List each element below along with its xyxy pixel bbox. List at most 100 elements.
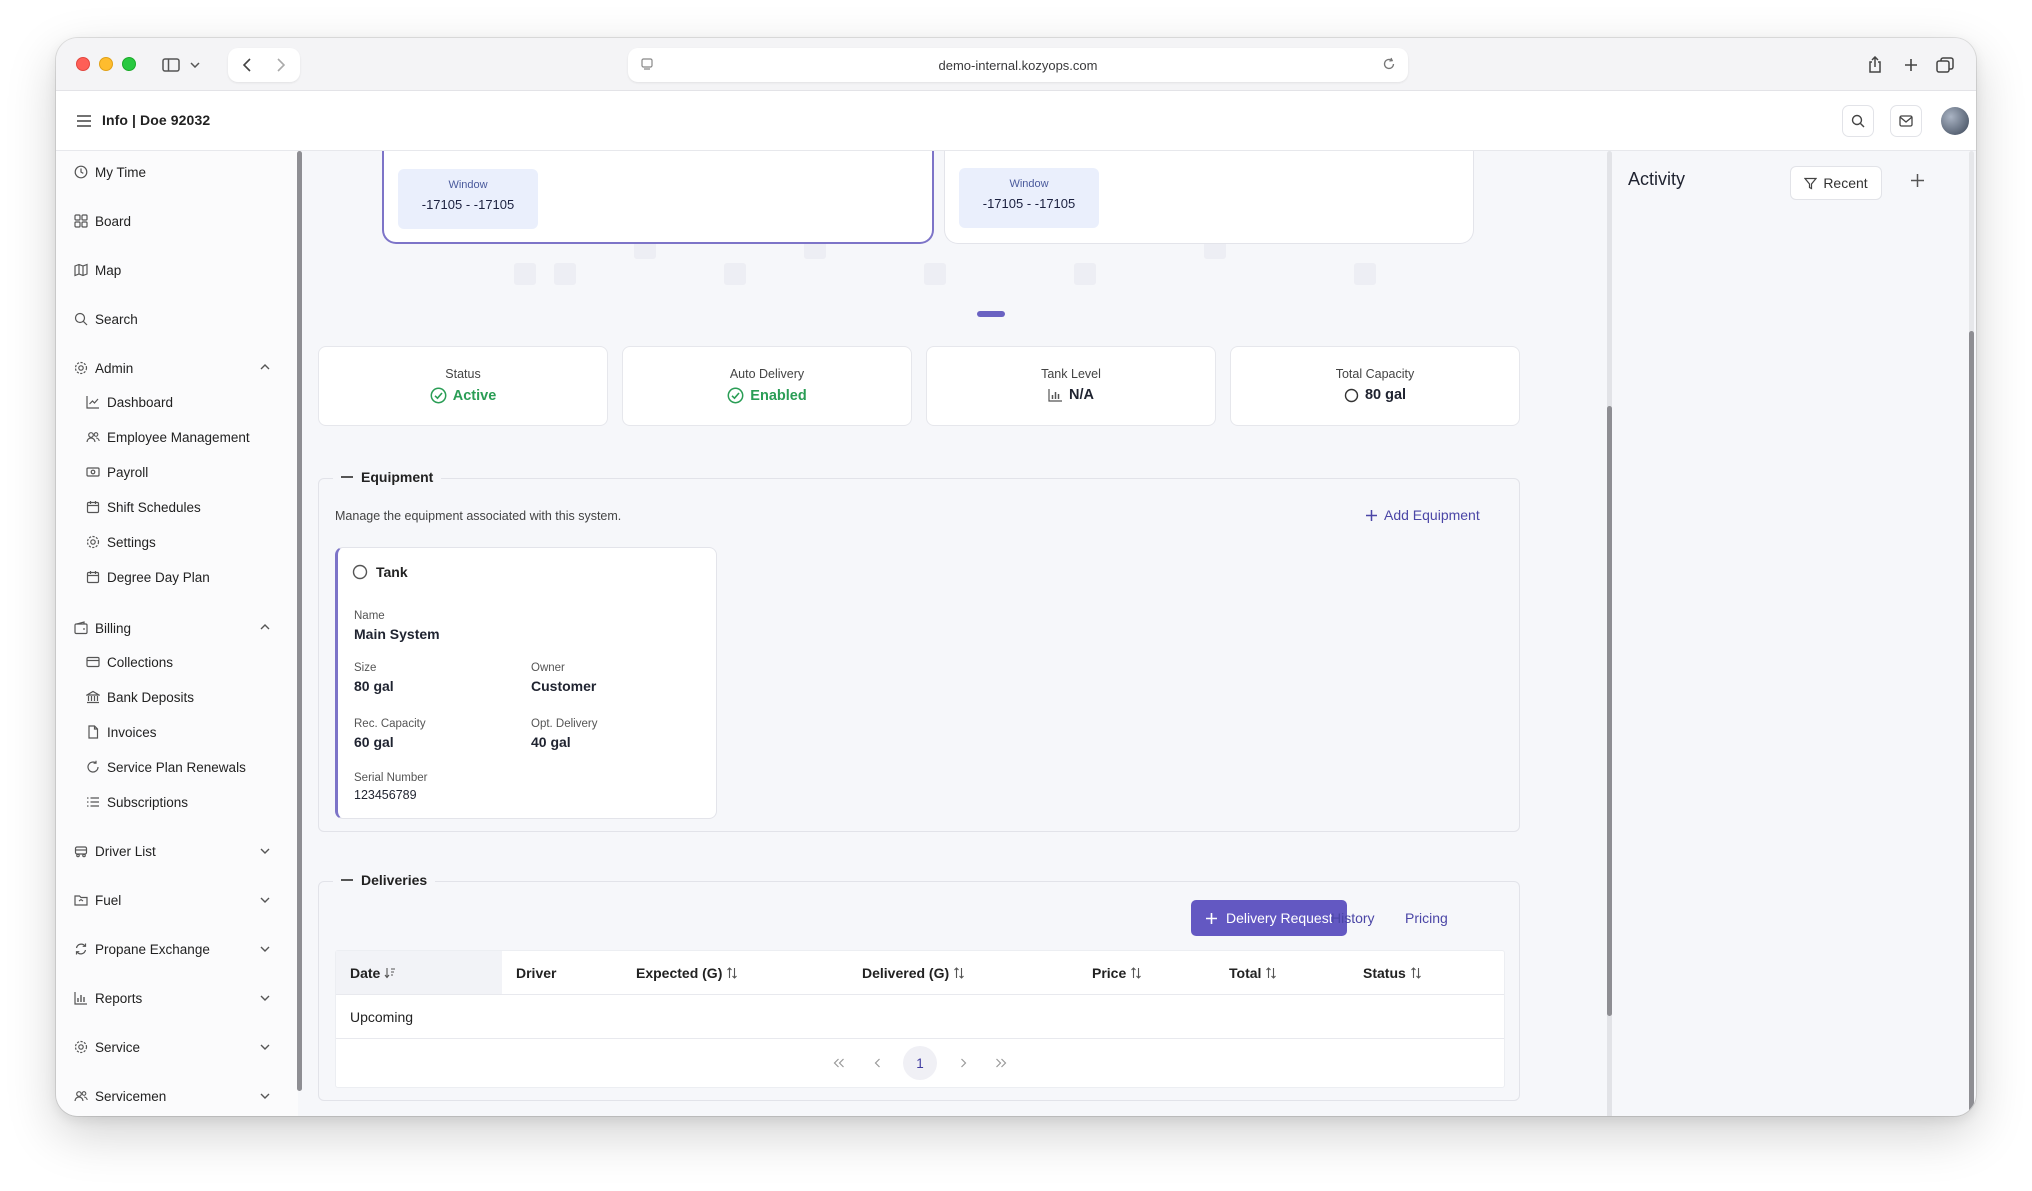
sidebar-group-reports[interactable]: Reports: [74, 988, 142, 1008]
minimize-window-button[interactable]: [99, 57, 113, 71]
sidebar-item-label: Employee Management: [107, 429, 250, 445]
column-expected[interactable]: Expected (G): [636, 965, 738, 981]
search-button[interactable]: [1842, 105, 1874, 137]
activity-scrollbar[interactable]: [1969, 151, 1974, 1116]
stat-label: Status: [445, 367, 481, 381]
chevron-down-icon[interactable]: [260, 1044, 270, 1050]
deliveries-table: Date Driver Expected (G) Delivered (G) P…: [335, 950, 1505, 1088]
sidebar-item-degree-day-plan[interactable]: Degree Day Plan: [86, 567, 210, 587]
user-avatar[interactable]: [1941, 107, 1969, 135]
sidebar-item-service-plan-renewals[interactable]: Service Plan Renewals: [86, 757, 246, 777]
pricing-tab[interactable]: Pricing: [1405, 910, 1448, 926]
next-page-button[interactable]: [951, 1051, 975, 1075]
sidebar-toggle-button[interactable]: [156, 50, 206, 80]
sidebar-item-label: Dashboard: [107, 394, 174, 410]
chevron-up-icon[interactable]: [260, 364, 270, 370]
bank-icon: [86, 690, 100, 704]
column-total[interactable]: Total: [1229, 965, 1277, 981]
sidebar-item-invoices[interactable]: Invoices: [86, 722, 157, 742]
tabs-icon: [1936, 57, 1954, 73]
close-window-button[interactable]: [76, 57, 90, 71]
sidebar-item-payroll[interactable]: Payroll: [86, 462, 148, 482]
add-activity-icon[interactable]: [1910, 173, 1925, 188]
sidebar-group-driver-list[interactable]: Driver List: [74, 841, 156, 861]
new-tab-button[interactable]: [1898, 50, 1924, 80]
chevron-down-icon[interactable]: [260, 946, 270, 952]
first-page-button[interactable]: [827, 1051, 851, 1075]
column-driver[interactable]: Driver: [516, 965, 556, 981]
bar-chart-icon: [1048, 389, 1062, 402]
zoom-window-button[interactable]: [122, 57, 136, 71]
inbox-button[interactable]: [1890, 105, 1922, 137]
chevron-down-icon[interactable]: [260, 848, 270, 854]
chevron-down-icon[interactable]: [260, 1093, 270, 1099]
sidebar-item-label: Payroll: [107, 464, 149, 480]
page-1-button[interactable]: 1: [903, 1046, 937, 1080]
sidebar-item-search[interactable]: Search: [74, 309, 138, 329]
table-row: Upcoming: [336, 995, 1504, 1039]
chevrons-left-icon: [833, 1058, 844, 1068]
sidebar-item-label: Map: [95, 262, 122, 278]
sidebar-item-collections[interactable]: Collections: [86, 652, 173, 672]
chevron-up-icon[interactable]: [260, 624, 270, 630]
sidebar-item-shift-schedules[interactable]: Shift Schedules: [86, 497, 201, 517]
sidebar-scrollbar[interactable]: [297, 151, 302, 1091]
recent-filter-button[interactable]: Recent: [1790, 166, 1882, 200]
history-tab[interactable]: History: [1331, 910, 1375, 926]
reload-icon[interactable]: [1382, 57, 1396, 71]
column-date[interactable]: Date: [350, 965, 396, 981]
sidebar-item-label: My Time: [95, 164, 147, 180]
mail-icon: [1899, 115, 1913, 127]
sidebar-item-map[interactable]: Map: [74, 260, 121, 280]
address-bar[interactable]: demo-internal.kozyops.com: [628, 48, 1408, 82]
column-status[interactable]: Status: [1363, 965, 1422, 981]
sidebar-item-settings[interactable]: Settings: [86, 532, 156, 552]
sidebar-group-servicemen[interactable]: Servicemen: [74, 1086, 166, 1106]
pagination: 1: [336, 1039, 1504, 1087]
chevron-down-icon[interactable]: [260, 995, 270, 1001]
auto-delivery-card: Auto Delivery Enabled: [622, 346, 912, 426]
column-price[interactable]: Price: [1092, 965, 1142, 981]
delivery-window-card[interactable]: Window -17105 - -17105: [382, 151, 934, 244]
carousel-indicator[interactable]: [977, 311, 1005, 317]
sidebar-item-bank-deposits[interactable]: Bank Deposits: [86, 687, 194, 707]
plus-icon: [1905, 59, 1917, 71]
sidebar-group-label: Propane Exchange: [95, 941, 210, 957]
tab-overview-button[interactable]: [1932, 50, 1958, 80]
sidebar-group-billing[interactable]: Billing: [74, 618, 131, 638]
forward-button[interactable]: [266, 50, 296, 80]
check-circle-icon: [430, 387, 447, 404]
delivery-request-button[interactable]: Delivery Request: [1191, 900, 1347, 936]
menu-icon[interactable]: [76, 115, 92, 127]
sidebar-item-label: Degree Day Plan: [107, 569, 210, 585]
sidebar-item-my-time[interactable]: My Time: [74, 162, 146, 182]
back-button[interactable]: [232, 50, 262, 80]
chevron-left-icon: [874, 1058, 880, 1068]
delivery-window-card[interactable]: Window -17105 - -17105: [944, 151, 1474, 244]
sidebar-item-subscriptions[interactable]: Subscriptions: [86, 792, 188, 812]
sidebar-group-admin[interactable]: Admin: [74, 358, 133, 378]
tank-opt-delivery: Opt. Delivery 40 gal: [531, 718, 598, 750]
main-scrollbar[interactable]: [1607, 151, 1612, 1116]
banknote-icon: [86, 467, 100, 477]
sidebar-item-board[interactable]: Board: [74, 211, 131, 231]
site-settings-icon: [641, 58, 653, 70]
prev-page-button[interactable]: [865, 1051, 889, 1075]
sidebar: My Time Board Map Search Admin Dashboard…: [56, 151, 298, 1116]
tank-card[interactable]: Tank Name Main System Size 80 gal Owner …: [335, 547, 717, 819]
stat-value: Enabled: [750, 387, 807, 404]
column-delivered[interactable]: Delivered (G): [862, 965, 965, 981]
sidebar-group-fuel[interactable]: Fuel: [74, 890, 121, 910]
sidebar-group-service[interactable]: Service: [74, 1037, 140, 1057]
sidebar-group-propane-exchange[interactable]: Propane Exchange: [74, 939, 210, 959]
add-equipment-button[interactable]: Add Equipment: [1365, 507, 1480, 523]
radio-icon[interactable]: [352, 564, 368, 580]
last-page-button[interactable]: [989, 1051, 1013, 1075]
table-header: Date Driver Expected (G) Delivered (G) P…: [336, 951, 1504, 995]
window-value: -17105 - -17105: [982, 196, 1076, 211]
sidebar-item-employee-management[interactable]: Employee Management: [86, 427, 250, 447]
chevron-down-icon[interactable]: [260, 897, 270, 903]
sidebar-item-dashboard[interactable]: Dashboard: [86, 392, 173, 412]
share-button[interactable]: [1862, 50, 1888, 80]
calendar-icon: [86, 571, 100, 584]
